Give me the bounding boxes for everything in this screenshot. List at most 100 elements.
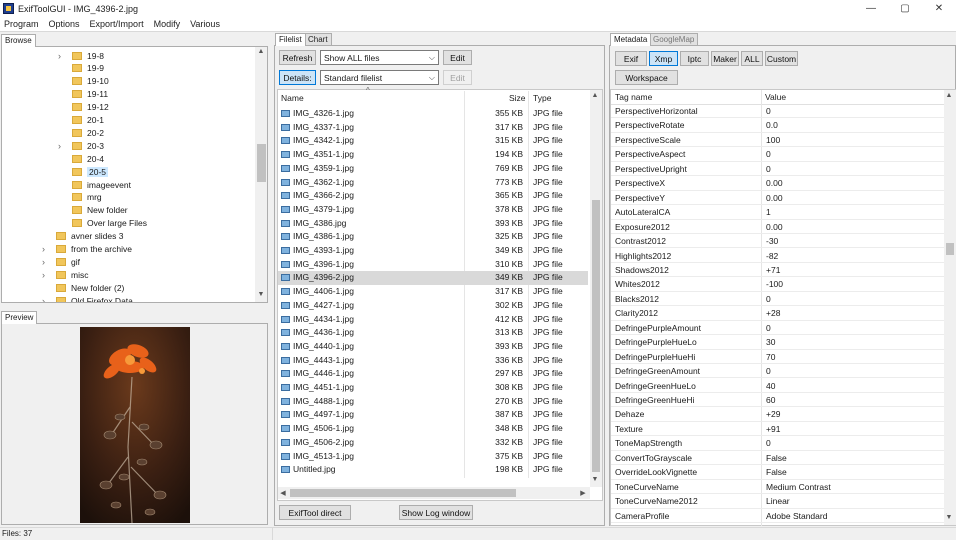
scroll-up-icon[interactable]: ▲ [944, 92, 954, 99]
tab-metadata[interactable]: Metadata [610, 33, 652, 46]
tree-item[interactable]: › misc [2, 268, 88, 281]
custom-button[interactable]: Custom [765, 51, 798, 66]
file-row[interactable]: IMG_4351-1.jpg 194 KB JPG file [278, 148, 588, 162]
metadata-row[interactable]: Exposure2012 0.00 [611, 220, 944, 234]
tree-item[interactable]: 20-2 [2, 126, 104, 139]
metadata-row[interactable]: Dehaze +29 [611, 407, 944, 422]
metadata-row[interactable]: DefringePurpleAmount 0 [611, 321, 944, 336]
file-row[interactable]: IMG_4366-2.jpg 365 KB JPG file [278, 189, 588, 203]
refresh-button[interactable]: Refresh [279, 50, 316, 65]
tree-item[interactable]: 19-12 [2, 101, 109, 114]
file-row[interactable]: IMG_4440-1.jpg 393 KB JPG file [278, 340, 588, 354]
file-row[interactable]: IMG_4342-1.jpg 315 KB JPG file [278, 134, 588, 148]
details-button[interactable]: Details: [279, 70, 316, 85]
file-row[interactable]: IMG_4506-2.jpg 332 KB JPG file [278, 436, 588, 450]
column-value[interactable]: Value [765, 90, 786, 104]
metadata-row[interactable]: Texture +91 [611, 422, 944, 437]
metadata-row[interactable]: DefringePurpleHueHi 70 [611, 350, 944, 365]
file-row[interactable]: IMG_4393-1.jpg 349 KB JPG file [278, 244, 588, 258]
file-row[interactable]: IMG_4386-1.jpg 325 KB JPG file [278, 230, 588, 244]
scroll-up-icon[interactable]: ▲ [256, 48, 266, 55]
tab-browse[interactable]: Browse [1, 34, 36, 47]
file-row[interactable]: IMG_4406-1.jpg 317 KB JPG file [278, 285, 588, 299]
chevron-right-icon[interactable]: › [42, 257, 50, 267]
metadata-row[interactable]: ConvertToGrayscale False [611, 451, 944, 466]
metadata-row[interactable]: DefringeGreenHueHi 60 [611, 393, 944, 408]
edit-filter-button[interactable]: Edit [443, 50, 472, 65]
filelist-hscroll-thumb[interactable] [290, 489, 516, 497]
minimize-button[interactable]: — [854, 0, 888, 17]
metadata-scrollbar[interactable]: ▲ ▼ [944, 90, 956, 525]
tree-scroll-thumb[interactable] [257, 144, 266, 182]
metadata-row[interactable]: Blacks2012 0 [611, 292, 944, 307]
column-tag-name[interactable]: Tag name [615, 90, 652, 104]
metadata-row[interactable]: Whites2012 -100 [611, 277, 944, 292]
scroll-right-icon[interactable]: ▶ [578, 489, 588, 497]
maximize-button[interactable]: ▢ [888, 0, 922, 17]
scroll-up-icon[interactable]: ▲ [590, 92, 600, 99]
metadata-row[interactable]: Highlights2012 -82 [611, 249, 944, 263]
tree-item[interactable]: 20-1 [2, 114, 104, 127]
tree-item[interactable]: 19-10 [2, 75, 109, 88]
iptc-button[interactable]: Iptc [680, 51, 709, 66]
tree-item[interactable]: 19-11 [2, 88, 108, 101]
column-type[interactable]: Type [533, 91, 551, 105]
metadata-row[interactable]: PerspectiveUpright 0 [611, 162, 944, 177]
scroll-left-icon[interactable]: ◀ [278, 489, 288, 497]
metadata-row[interactable]: AutoLateralCA 1 [611, 205, 944, 220]
metadata-row[interactable]: Clarity2012 +28 [611, 306, 944, 321]
all-button[interactable]: ALL [741, 51, 763, 66]
metadata-row[interactable]: ToneMapStrength 0 [611, 436, 944, 451]
metadata-row[interactable]: ToneCurveName Medium Contrast [611, 480, 944, 495]
menu-program[interactable]: Program [4, 19, 39, 29]
metadata-row[interactable]: DefringeGreenHueLo 40 [611, 379, 944, 393]
metadata-row[interactable]: PerspectiveAspect 0 [611, 147, 944, 162]
file-row[interactable]: IMG_4443-1.jpg 336 KB JPG file [278, 354, 588, 368]
tree-item[interactable]: imageevent [2, 178, 131, 191]
metadata-row[interactable]: Contrast2012 -30 [611, 234, 944, 249]
maker-button[interactable]: Maker [711, 51, 739, 66]
metadata-row[interactable]: CameraProfile Adobe Standard [611, 509, 944, 523]
chevron-right-icon[interactable]: › [42, 244, 50, 254]
filelist-view-select[interactable]: Standard filelist ⌵ [320, 70, 439, 85]
filelist-hscrollbar[interactable]: ◀ ▶ [278, 487, 590, 499]
metadata-row[interactable]: PerspectiveY 0.00 [611, 191, 944, 206]
scroll-down-icon[interactable]: ▼ [944, 514, 954, 521]
menu-various[interactable]: Various [190, 19, 220, 29]
metadata-row[interactable]: Shadows2012 +71 [611, 263, 944, 278]
menu-modify[interactable]: Modify [154, 19, 181, 29]
close-button[interactable]: ✕ [922, 0, 956, 17]
tree-item[interactable]: › 19-8 [2, 49, 104, 62]
tree-item[interactable]: › Old Firefox Data [2, 294, 133, 302]
tree-item[interactable]: Over large Files [2, 217, 147, 230]
tree-item[interactable]: › gif [2, 255, 80, 268]
chevron-right-icon[interactable]: › [58, 141, 66, 151]
file-row[interactable]: IMG_4497-1.jpg 387 KB JPG file [278, 408, 588, 422]
folder-tree[interactable]: › 19-8 19-9 19-10 19-11 19-12 20-1 20-2 › 20-3 20-… [1, 46, 268, 303]
file-row[interactable]: IMG_4513-1.jpg 375 KB JPG file [278, 450, 588, 464]
file-row[interactable]: IMG_4386.jpg 393 KB JPG file [278, 217, 588, 231]
file-row[interactable]: IMG_4359-1.jpg 769 KB JPG file [278, 162, 588, 176]
file-row[interactable]: IMG_4396-2.jpg 349 KB JPG file [278, 271, 588, 286]
tree-item[interactable]: avner slides 3 [2, 230, 123, 243]
tree-item[interactable]: New folder (2) [2, 281, 124, 294]
file-row[interactable]: IMG_4337-1.jpg 317 KB JPG file [278, 121, 588, 135]
metadata-row[interactable]: PerspectiveScale 100 [611, 133, 944, 148]
metadata-row[interactable]: ToneCurveName2012 Linear [611, 494, 944, 509]
file-row[interactable]: IMG_4451-1.jpg 308 KB JPG file [278, 381, 588, 395]
file-row[interactable]: IMG_4436-1.jpg 313 KB JPG file [278, 326, 588, 340]
tab-filelist[interactable]: Filelist [275, 33, 306, 46]
show-log-button[interactable]: Show Log window [399, 505, 473, 520]
metadata-row[interactable]: PerspectiveRotate 0.0 [611, 118, 944, 133]
tree-scrollbar[interactable]: ▲ ▼ [255, 47, 267, 302]
metadata-scroll-thumb[interactable] [946, 243, 954, 255]
column-size[interactable]: Size [509, 91, 526, 105]
file-row[interactable]: IMG_4446-1.jpg 297 KB JPG file [278, 367, 588, 381]
tree-item[interactable]: › 20-3 [2, 139, 104, 152]
tree-item[interactable]: New folder [2, 204, 128, 217]
chevron-right-icon[interactable]: › [42, 296, 50, 302]
tree-item[interactable]: 20-5 [2, 165, 109, 178]
filelist-scrollbar[interactable]: ▲ ▼ [590, 90, 602, 487]
chevron-right-icon[interactable]: › [42, 270, 50, 280]
tree-item[interactable]: 20-4 [2, 152, 104, 165]
